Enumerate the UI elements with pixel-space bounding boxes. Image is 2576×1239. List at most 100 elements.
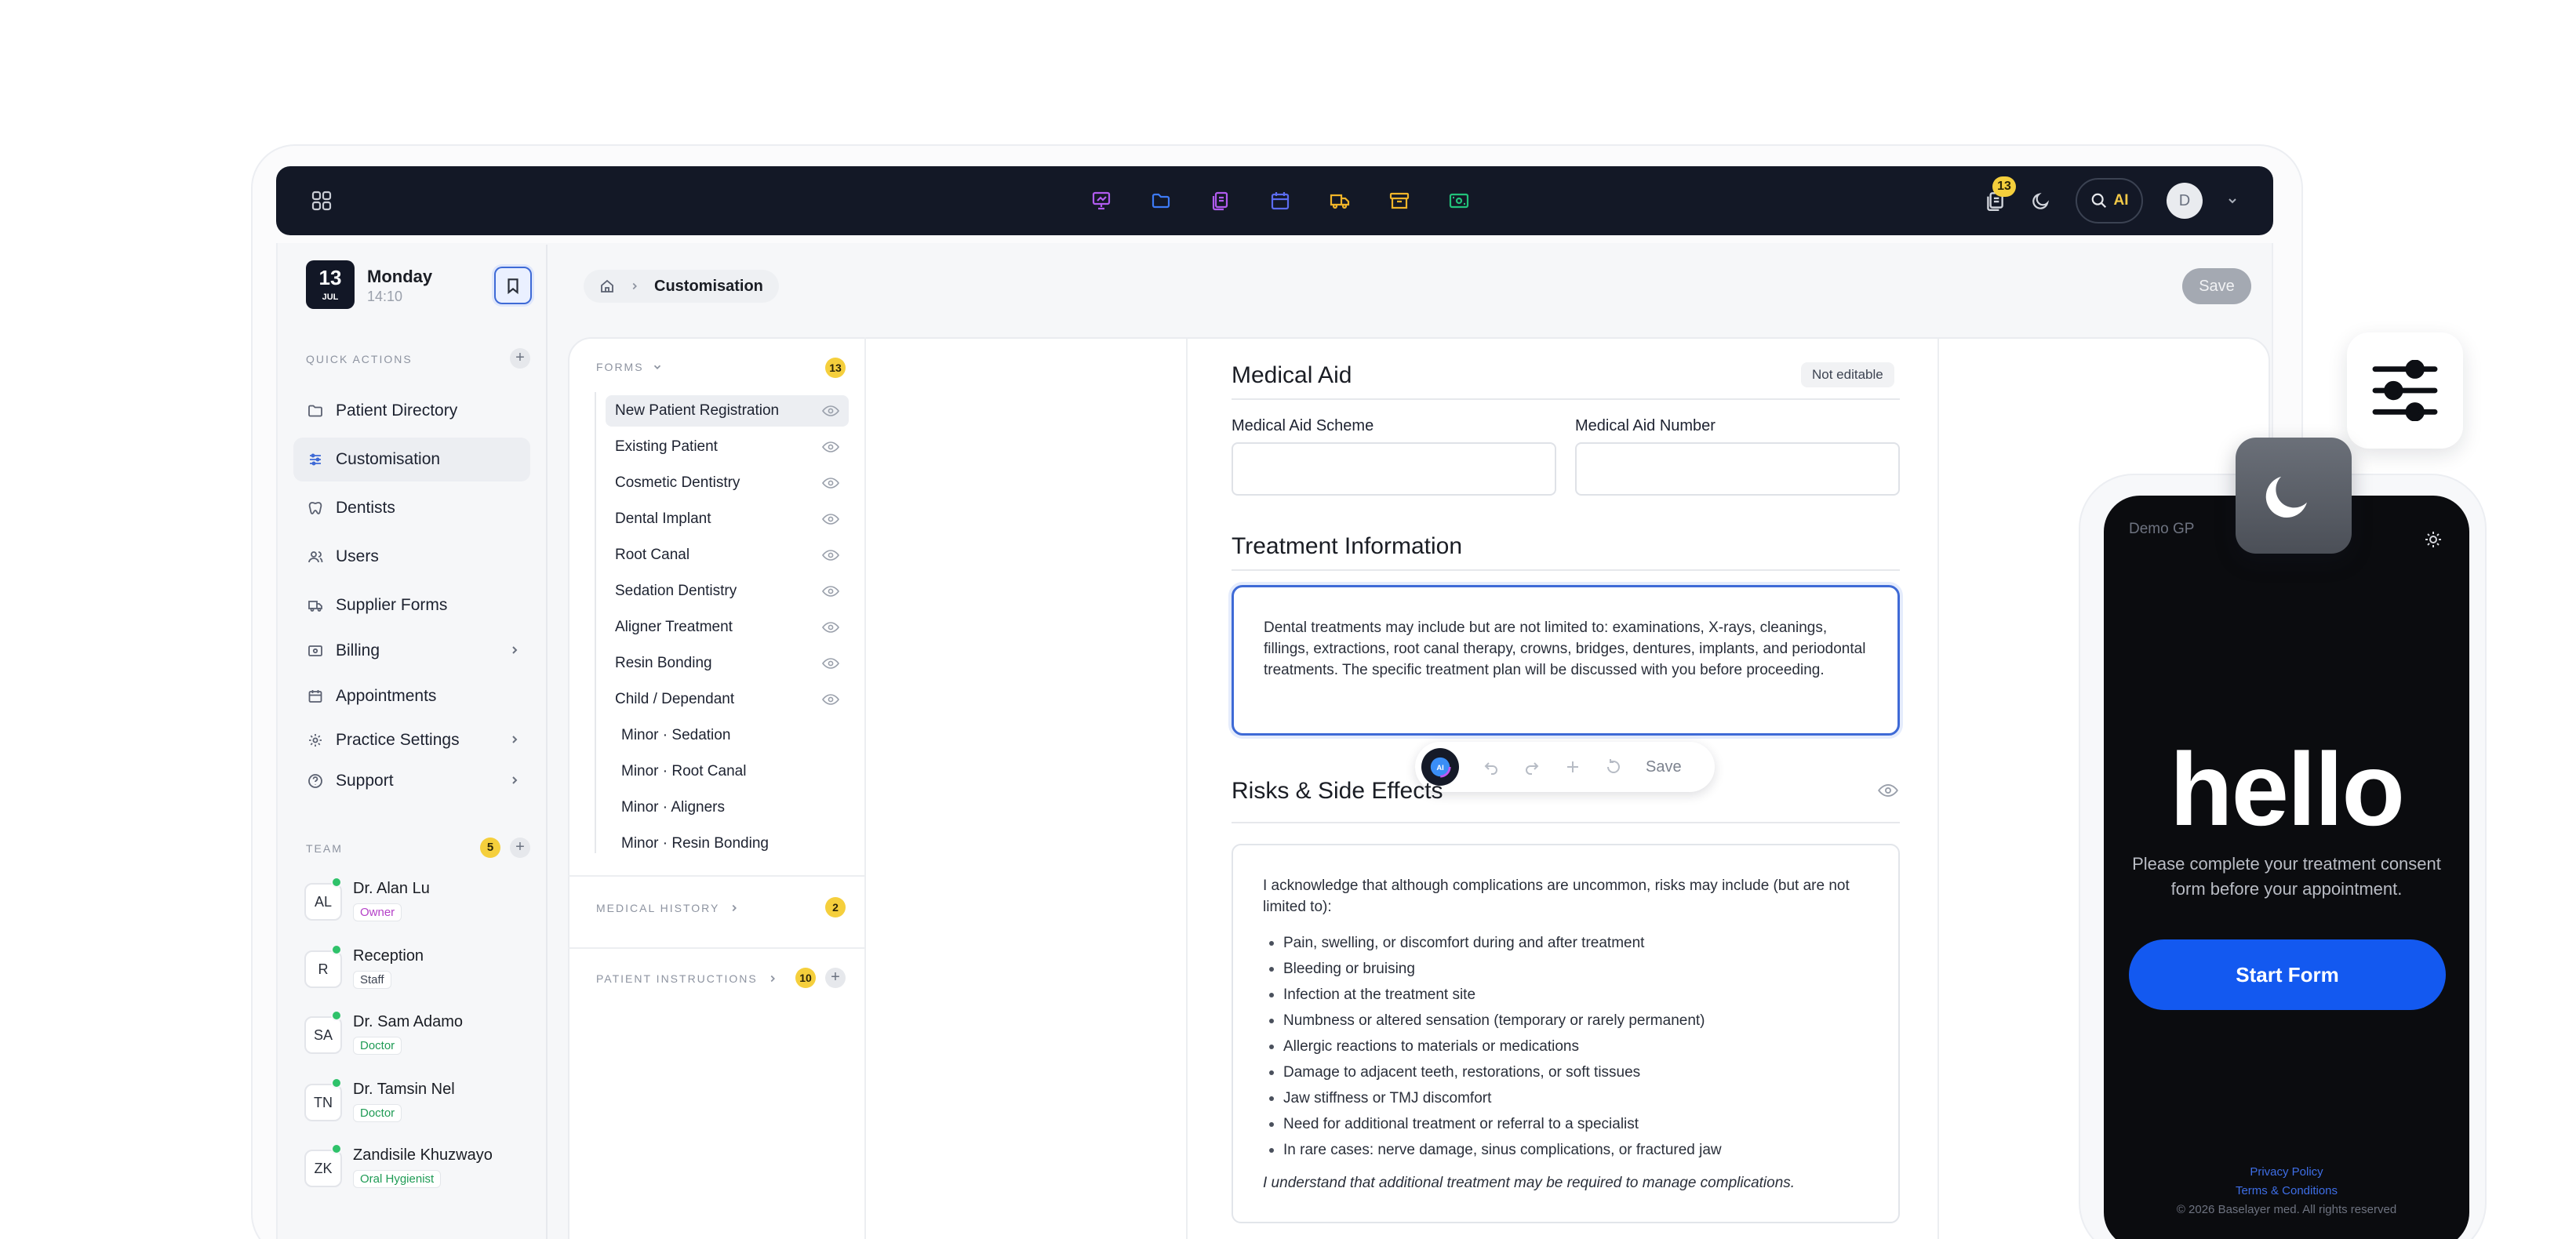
team-member[interactable]: TN Dr. Tamsin Nel Doctor [304, 1077, 532, 1135]
date-month: JUL [322, 292, 339, 302]
member-avatar: AL [304, 883, 342, 921]
eye-icon[interactable] [822, 477, 839, 489]
billing-icon [308, 645, 322, 656]
team-member[interactable]: ZK Zandisile Khuzwayo Oral Hygienist [304, 1143, 532, 1201]
ai-logo-icon: AI [1429, 756, 1451, 778]
team-member[interactable]: AL Dr. Alan Lu Owner [304, 877, 532, 935]
archive-icon[interactable] [1388, 190, 1410, 212]
privacy-policy-link[interactable]: Privacy Policy [2104, 1165, 2469, 1179]
form-item[interactable]: Aligner Treatment [606, 612, 849, 643]
member-name: Reception [353, 947, 424, 965]
add-team-member-button[interactable]: + [510, 838, 530, 858]
sun-icon[interactable] [2424, 530, 2443, 549]
truck-icon[interactable] [1329, 190, 1351, 212]
documents-icon[interactable] [1210, 190, 1232, 212]
treatment-information-editor[interactable]: Dental treatments may include but are no… [1232, 585, 1900, 736]
chevron-right-icon [512, 646, 518, 654]
notifications-button[interactable]: 13 [1983, 176, 2016, 213]
eye-icon[interactable] [822, 441, 839, 453]
reset-icon[interactable] [1605, 758, 1622, 776]
form-sub-item[interactable]: Minor · Sedation [606, 720, 849, 751]
form-item[interactable]: Resin Bonding [606, 648, 849, 679]
search-icon [2091, 193, 2106, 209]
dark-mode-card[interactable] [2236, 438, 2352, 554]
form-item[interactable]: New Patient Registration [606, 395, 849, 427]
folder-icon[interactable] [1150, 190, 1172, 212]
save-button[interactable]: Save [2182, 268, 2251, 304]
plus-icon[interactable] [1564, 758, 1581, 776]
add-instruction-button[interactable]: + [825, 968, 846, 988]
ai-logo-text: AI [1436, 764, 1443, 772]
form-sub-item[interactable]: Minor · Root Canal [606, 756, 849, 787]
sidebar-item-label: Appointments [336, 687, 437, 705]
team-member[interactable]: SA Dr. Sam Adamo Doctor [304, 1010, 532, 1068]
sidebar-item-label: Supplier Forms [336, 596, 448, 614]
eye-icon[interactable] [822, 549, 839, 561]
app-grid-icon[interactable] [311, 190, 333, 212]
sidebar-item-patient-directory[interactable]: Patient Directory [293, 389, 530, 433]
member-avatar: SA [304, 1016, 342, 1054]
undo-icon[interactable] [1483, 758, 1500, 776]
add-quick-action-button[interactable]: + [510, 348, 530, 369]
form-sub-item[interactable]: Minor · Resin Bonding [606, 828, 849, 859]
chevron-down-icon[interactable] [2226, 194, 2239, 207]
redo-icon[interactable] [1523, 758, 1541, 776]
eye-icon[interactable] [822, 405, 839, 417]
help-icon [308, 774, 322, 788]
sidebar-item-label: Practice Settings [336, 731, 460, 749]
medical-history-header[interactable]: MEDICAL HISTORY [596, 902, 740, 914]
eye-icon[interactable] [822, 693, 839, 706]
sidebar-item-support[interactable]: Support [293, 759, 530, 803]
form-item[interactable]: Child / Dependant [606, 684, 849, 715]
sidebar-item-appointments[interactable]: Appointments [293, 674, 530, 718]
risks-content-block[interactable]: I acknowledge that although complication… [1232, 844, 1900, 1223]
patient-instructions-header[interactable]: PATIENT INSTRUCTIONS [596, 972, 778, 985]
topbar-actions: 13 AI D [1983, 166, 2239, 235]
form-sub-item[interactable]: Minor · Aligners [606, 792, 849, 823]
start-form-button[interactable]: Start Form [2129, 939, 2446, 1010]
medical-aid-scheme-input[interactable] [1232, 442, 1556, 496]
bookmark-button[interactable] [494, 267, 532, 304]
sidebar-item-customisation[interactable]: Customisation [293, 438, 530, 481]
moon-icon[interactable] [2030, 190, 2052, 212]
home-icon[interactable] [599, 278, 615, 294]
form-item-label: Aligner Treatment [615, 619, 733, 635]
sidebar-item-label: Dentists [336, 499, 395, 517]
form-item[interactable]: Existing Patient [606, 431, 849, 463]
calendar-icon[interactable] [1269, 190, 1291, 212]
sidebar-item-users[interactable]: Users [293, 535, 530, 579]
settings-card[interactable] [2347, 332, 2463, 449]
eye-icon[interactable] [822, 513, 839, 525]
user-avatar[interactable]: D [2167, 183, 2203, 219]
team-count-badge: 5 [480, 838, 500, 858]
billing-icon[interactable] [1448, 190, 1470, 212]
toolbar-save-button[interactable]: Save [1646, 758, 1682, 776]
form-item[interactable]: Dental Implant [606, 503, 849, 535]
notifications-count: 13 [1992, 176, 2016, 197]
sidebar-item-supplier-forms[interactable]: Supplier Forms [293, 583, 530, 627]
medical-aid-number-input[interactable] [1575, 442, 1900, 496]
sidebar-item-label: Support [336, 772, 394, 790]
greeting-heading: hello [2169, 732, 2405, 847]
member-avatar: R [304, 950, 342, 988]
breadcrumb-current: Customisation [654, 277, 763, 295]
sidebar-item-dentists[interactable]: Dentists [293, 486, 530, 530]
role-badge: Staff [353, 971, 391, 989]
role-badge: Owner [353, 903, 402, 921]
list-item: Pain, swelling, or discomfort during and… [1263, 930, 1868, 956]
form-item[interactable]: Root Canal [606, 540, 849, 571]
eye-icon[interactable] [1878, 783, 1898, 798]
eye-icon[interactable] [822, 585, 839, 598]
form-item[interactable]: Sedation Dentistry [606, 576, 849, 607]
sidebar-item-practice-settings[interactable]: Practice Settings [293, 718, 530, 762]
team-member[interactable]: R Reception Staff [304, 944, 532, 1002]
forms-header[interactable]: FORMS [596, 361, 663, 373]
terms-link[interactable]: Terms & Conditions [2104, 1184, 2469, 1197]
form-item[interactable]: Cosmetic Dentistry [606, 467, 849, 499]
presentation-icon[interactable] [1090, 190, 1112, 212]
patient-instructions-label: PATIENT INSTRUCTIONS [596, 972, 758, 985]
eye-icon[interactable] [822, 657, 839, 670]
sidebar-item-billing[interactable]: Billing [293, 629, 530, 673]
ai-search-button[interactable]: AI [2076, 178, 2143, 223]
eye-icon[interactable] [822, 621, 839, 634]
